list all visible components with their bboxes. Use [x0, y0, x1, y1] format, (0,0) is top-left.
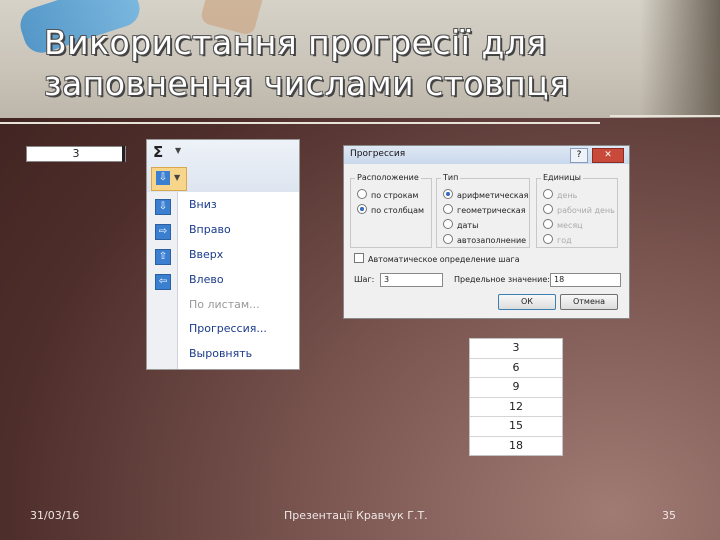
menu-item-label: Выровнять	[189, 347, 253, 360]
arrow-up-icon: ⇧	[155, 249, 171, 265]
dialog-titlebar: Прогрессия ? ✕	[344, 146, 629, 164]
slide-title: Використання прогресії для заповнення чи…	[44, 22, 684, 104]
close-button[interactable]: ✕	[592, 148, 624, 163]
menu-item-right[interactable]: ⇨ Вправо	[147, 220, 299, 242]
arrow-down-icon: ⇩	[155, 199, 171, 215]
table-row[interactable]: 3	[470, 339, 562, 359]
table-row[interactable]: 18	[470, 437, 562, 456]
autosum-dropdown-icon[interactable]: ▼	[175, 146, 181, 155]
menu-item-label: Вниз	[189, 198, 217, 211]
menu-item-series[interactable]: Прогрессия...	[147, 319, 299, 341]
location-group: Расположение по строкам по столбцам	[350, 173, 432, 248]
cancel-button[interactable]: Отмена	[560, 294, 618, 310]
table-row[interactable]: 9	[470, 378, 562, 398]
table-row[interactable]: 15	[470, 417, 562, 437]
ok-button[interactable]: ОК	[498, 294, 556, 310]
menu-item-label: Вправо	[189, 223, 231, 236]
type-group-label: Тип	[441, 173, 461, 182]
fill-menu: Σ ▼ ⇩ ▼ ⇩ Вниз ⇨ Вправо ⇧ Вверх ⇦ Влево …	[146, 139, 300, 370]
radio-workday: рабочий день	[543, 204, 615, 215]
fill-down-icon: ⇩	[156, 171, 170, 185]
menu-item-label: По листам...	[189, 298, 260, 311]
cell-fill-handle[interactable]	[122, 146, 125, 162]
table-row[interactable]: 6	[470, 359, 562, 378]
header-divider	[0, 122, 600, 124]
radio-dates[interactable]: даты	[443, 219, 478, 230]
fill-button[interactable]: ⇩ ▼	[151, 167, 187, 191]
arrow-right-icon: ⇨	[155, 224, 171, 240]
radio-month: месяц	[543, 219, 583, 230]
radio-by-rows[interactable]: по строкам	[357, 189, 418, 200]
menu-item-justify[interactable]: Выровнять	[147, 344, 299, 366]
radio-geometric[interactable]: геометрическая	[443, 204, 526, 215]
radio-year: год	[543, 234, 572, 245]
fill-dropdown-icon: ▼	[174, 173, 181, 182]
table-row[interactable]: 12	[470, 398, 562, 417]
menu-item-down[interactable]: ⇩ Вниз	[147, 195, 299, 217]
menu-item-across-sheets: По листам...	[147, 295, 299, 317]
help-button[interactable]: ?	[570, 148, 588, 163]
result-column: 3 6 9 12 15 18	[469, 338, 563, 456]
header-divider-right	[610, 115, 720, 117]
units-group-label: Единицы	[541, 173, 583, 182]
spreadsheet-cell[interactable]: 3	[26, 146, 126, 162]
footer-page-number: 35	[662, 509, 676, 522]
menu-item-label: Вверх	[189, 248, 224, 261]
menu-item-label: Влево	[189, 273, 224, 286]
arrow-left-icon: ⇦	[155, 274, 171, 290]
menu-item-left[interactable]: ⇦ Влево	[147, 270, 299, 292]
type-group: Тип арифметическая геометрическая даты а…	[436, 173, 530, 248]
footer-date: 31/03/16	[30, 509, 80, 522]
radio-arithmetic[interactable]: арифметическая	[443, 189, 528, 200]
auto-step-checkbox[interactable]: Автоматическое определение шага	[354, 253, 520, 264]
step-label: Шаг:	[354, 275, 375, 284]
location-group-label: Расположение	[355, 173, 421, 182]
slide-title-line2: заповнення числами стовпця	[44, 64, 570, 103]
limit-label: Предельное значение:	[454, 275, 550, 284]
step-input[interactable]: 3	[380, 273, 443, 287]
radio-by-columns[interactable]: по столбцам	[357, 204, 424, 215]
footer-author: Презентації Кравчук Г.Т.	[284, 509, 428, 522]
slide-title-line1: Використання прогресії для	[44, 23, 547, 62]
ribbon-strip: Σ ▼ ⇩ ▼	[147, 140, 299, 192]
limit-input[interactable]: 18	[550, 273, 621, 287]
menu-item-up[interactable]: ⇧ Вверх	[147, 245, 299, 267]
units-group: Единицы день рабочий день месяц год	[536, 173, 618, 248]
radio-autofill[interactable]: автозаполнение	[443, 234, 526, 245]
dialog-title: Прогрессия	[350, 149, 406, 159]
menu-item-label: Прогрессия...	[189, 322, 267, 335]
autosum-button[interactable]: Σ	[153, 143, 163, 161]
radio-day: день	[543, 189, 577, 200]
series-dialog: Прогрессия ? ✕ Расположение по строкам п…	[343, 145, 630, 319]
